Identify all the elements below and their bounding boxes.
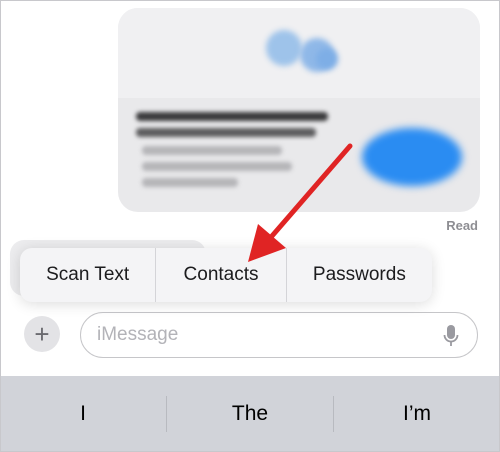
annotation-arrow xyxy=(248,143,353,262)
arrow-shaft xyxy=(269,143,353,239)
